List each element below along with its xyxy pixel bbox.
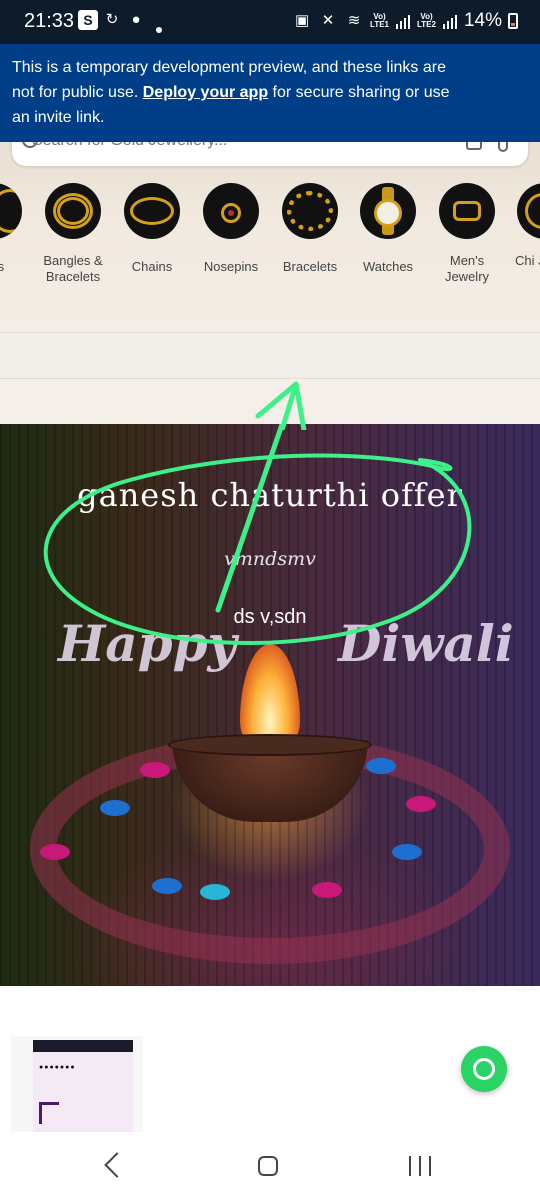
- sync-icon: ↻: [105, 11, 119, 28]
- annotation-arrowhead-path: [255, 381, 307, 430]
- thumbnail-dots: ●●●●●●●: [39, 1064, 76, 1071]
- system-nav-bar: [0, 1136, 540, 1200]
- promo-title: ganesh chaturthi offer: [77, 476, 463, 514]
- rangoli-dot: [140, 762, 170, 778]
- bottom-section: ●●●●●●●: [0, 986, 540, 1136]
- thumbnail-content: ●●●●●●●: [33, 1040, 133, 1132]
- promo-subtitle: vmndsmv: [224, 548, 316, 570]
- thumbnail-bar: [33, 1040, 133, 1052]
- rangoli-dot: [40, 844, 70, 860]
- category-item[interactable]: Bangles & Bracelets: [33, 182, 113, 285]
- signal-icon-2: [442, 13, 458, 29]
- dev-preview-banner: This is a temporary development preview,…: [0, 44, 540, 142]
- whatsapp-icon: [473, 1058, 495, 1080]
- category-image: [439, 183, 495, 239]
- rangoli-dot: [100, 800, 130, 816]
- chat-icon: ●: [131, 11, 141, 28]
- category-image: [282, 183, 338, 239]
- rangoli-dot: [152, 878, 182, 894]
- thumbnail-block: [39, 1102, 59, 1124]
- rangoli-dot: [312, 882, 342, 898]
- whatsapp-chat-button[interactable]: [461, 1046, 507, 1092]
- deploy-app-link[interactable]: Deploy your app: [143, 84, 268, 101]
- mute-icon: ✕: [321, 12, 335, 29]
- category-item[interactable]: ces: [0, 182, 34, 275]
- category-image: [360, 183, 416, 239]
- diya-rim: [168, 734, 372, 756]
- back-icon[interactable]: [104, 1152, 130, 1178]
- rangoli-dot: [392, 844, 422, 860]
- category-label: Nosepins: [203, 259, 259, 274]
- promo-small-text: ds v,sdn: [233, 606, 307, 628]
- annotation-arrowhead: [255, 381, 307, 430]
- category-image: [124, 183, 180, 239]
- sim1-label: Vo) LTE1: [370, 12, 389, 29]
- signal-icon: [395, 13, 411, 29]
- battery-icon: [508, 13, 518, 29]
- s-app-icon: S: [78, 10, 98, 30]
- rangoli-dot: [200, 884, 230, 900]
- category-label: Chi Je: [515, 253, 540, 268]
- category-label: Men's Jewelry: [444, 253, 490, 284]
- category-label: Watches: [362, 259, 414, 274]
- battery-percent: 14%: [463, 10, 502, 31]
- category-label: Bangles & Bracelets: [43, 253, 103, 284]
- vpn-lock-icon: ▣: [294, 12, 310, 29]
- category-label: Bracelets: [282, 259, 338, 274]
- more-notifications-dot: [156, 27, 162, 33]
- category-item[interactable]: Nosepins: [191, 182, 271, 275]
- recents-icon[interactable]: [409, 1156, 431, 1176]
- category-image: [517, 183, 540, 239]
- category-item[interactable]: Chi Je: [505, 182, 540, 269]
- status-time: 21:33: [24, 10, 75, 32]
- promo-banner[interactable]: Happy Diwali ganesh chaturthi offer vmnd…: [0, 424, 540, 986]
- system-icons: ▣ ✕ ≋ Vo) LTE1 Vo) LTE2 14%: [292, 10, 518, 32]
- sim2-label: Vo) LTE2: [417, 12, 436, 29]
- category-label: Chains: [131, 259, 173, 274]
- home-icon[interactable]: [258, 1156, 278, 1176]
- category-item[interactable]: Watches: [348, 182, 428, 275]
- rangoli-dot: [406, 796, 436, 812]
- category-image: [203, 183, 259, 239]
- screenshot-preview-thumbnail[interactable]: ●●●●●●●: [11, 1036, 143, 1132]
- status-bar: 21:33 S ↻ ● ▣ ✕ ≋ Vo) LTE1 Vo) LTE2 14%: [0, 0, 540, 44]
- rangoli-dot: [366, 758, 396, 774]
- category-item[interactable]: Chains: [112, 182, 192, 275]
- category-item[interactable]: Men's Jewelry: [427, 182, 507, 285]
- notification-icons: S ↻ ●: [78, 10, 146, 30]
- wifi-icon: ≋: [347, 12, 361, 29]
- category-label: ces: [0, 259, 5, 274]
- category-item[interactable]: Bracelets: [270, 182, 350, 275]
- category-strip[interactable]: ces Bangles & Bracelets Chains Nosepins …: [0, 182, 540, 292]
- category-image: [0, 183, 22, 239]
- category-image: [45, 183, 101, 239]
